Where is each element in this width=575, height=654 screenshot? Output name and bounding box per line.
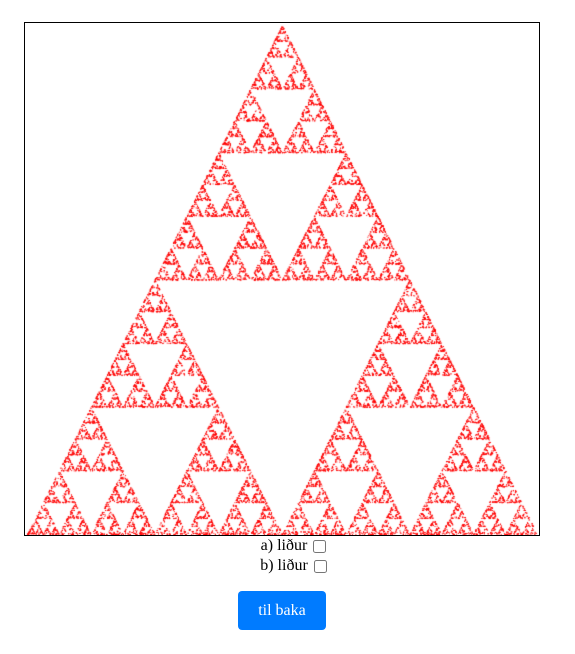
option-a-checkbox[interactable] xyxy=(313,539,327,553)
fractal-canvas-frame xyxy=(24,22,540,536)
back-button[interactable]: til baka xyxy=(238,591,326,630)
option-a-label: a) liður xyxy=(260,537,308,554)
option-b-checkbox[interactable] xyxy=(313,559,327,573)
option-row-b: b) liður xyxy=(6,556,575,576)
option-b-label: b) liður xyxy=(260,557,308,574)
option-row-a: a) liður xyxy=(6,536,575,556)
sierpinski-triangle-canvas xyxy=(25,23,539,535)
